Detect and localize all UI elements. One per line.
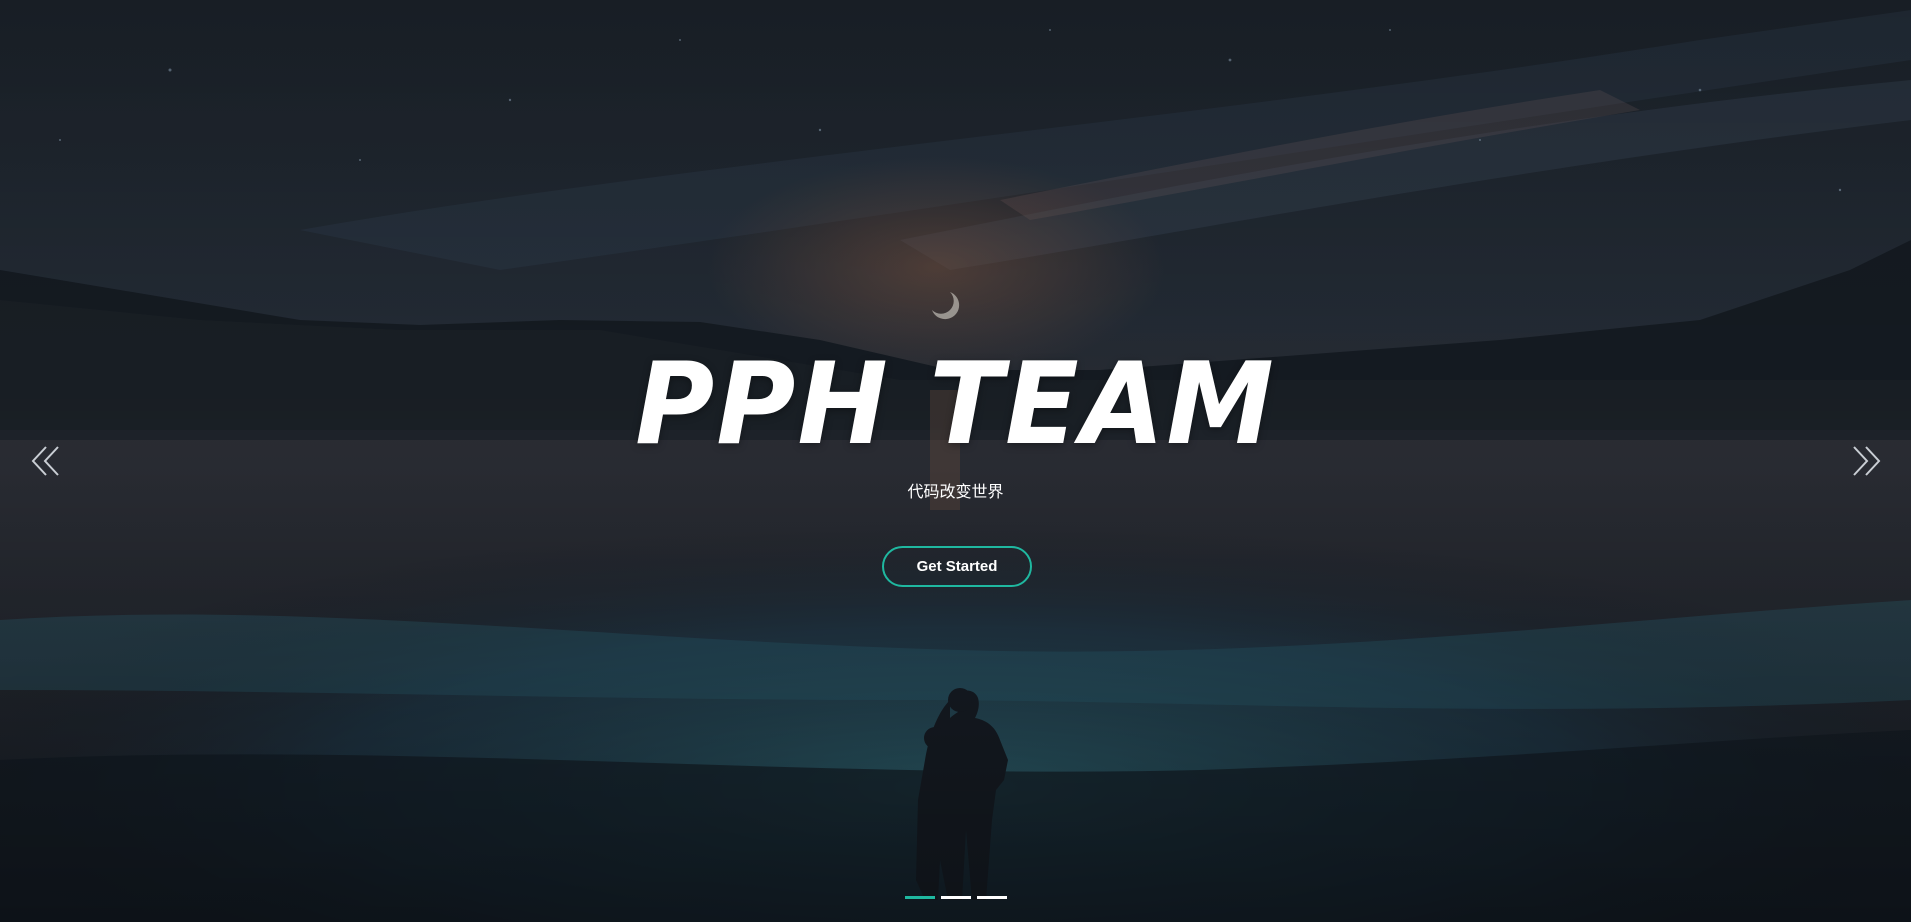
carousel-indicator-1[interactable] xyxy=(905,896,935,899)
get-started-button[interactable]: Get Started xyxy=(882,546,1032,587)
carousel-prev-button[interactable] xyxy=(30,444,64,478)
carousel-indicators xyxy=(905,896,1007,900)
hero-title: PPH TEAM xyxy=(635,338,1276,471)
hero-carousel: PPH TEAM 代码改变世界 Get Started xyxy=(0,0,1911,922)
carousel-indicator-2[interactable] xyxy=(941,896,971,899)
hero-subtitle: 代码改变世界 xyxy=(907,482,1004,501)
chevron-double-right-icon xyxy=(1853,446,1881,476)
carousel-next-button[interactable] xyxy=(1848,444,1882,478)
carousel-indicator-3[interactable] xyxy=(977,896,1007,899)
chevron-double-left-icon xyxy=(31,446,59,476)
